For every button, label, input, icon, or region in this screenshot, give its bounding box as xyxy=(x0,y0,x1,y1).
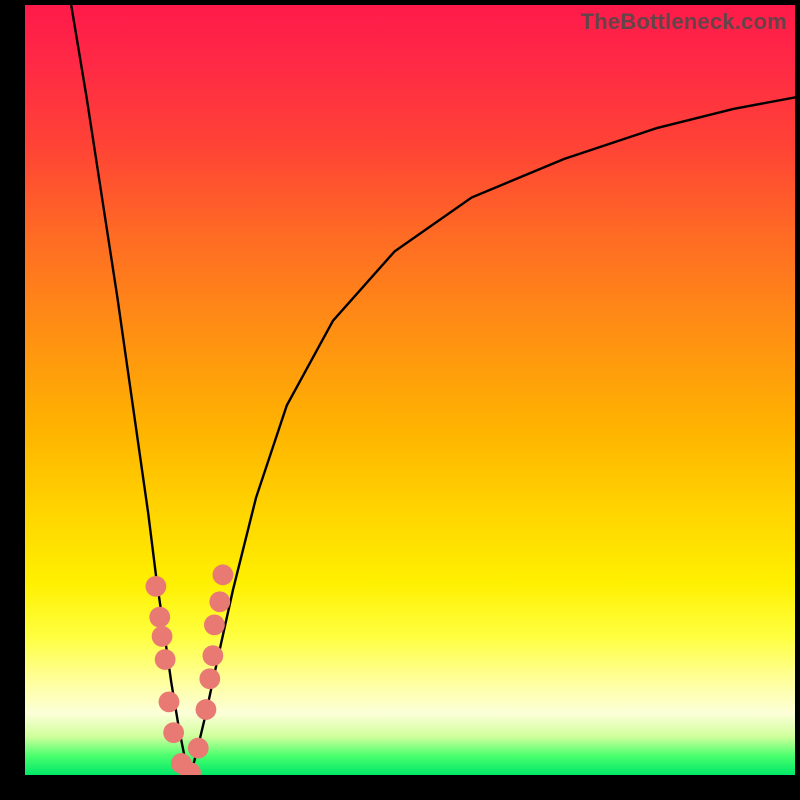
marker-dot xyxy=(152,626,173,647)
marker-dot xyxy=(159,691,180,712)
marker-dot xyxy=(204,614,225,635)
chart-svg xyxy=(25,5,795,775)
curve-right-branch xyxy=(191,97,795,775)
plot-area: TheBottleneck.com xyxy=(25,5,795,775)
marker-dot xyxy=(188,738,209,759)
marker-dot xyxy=(196,699,217,720)
marker-dot xyxy=(202,645,223,666)
marker-dot xyxy=(199,668,220,689)
marker-dot xyxy=(155,649,176,670)
marker-dot xyxy=(209,591,230,612)
marker-dot xyxy=(146,576,167,597)
marker-dot xyxy=(163,722,184,743)
outer-frame: TheBottleneck.com xyxy=(0,0,800,800)
marker-dot xyxy=(212,564,233,585)
marker-dots-group xyxy=(146,564,234,775)
marker-dot xyxy=(149,607,170,628)
